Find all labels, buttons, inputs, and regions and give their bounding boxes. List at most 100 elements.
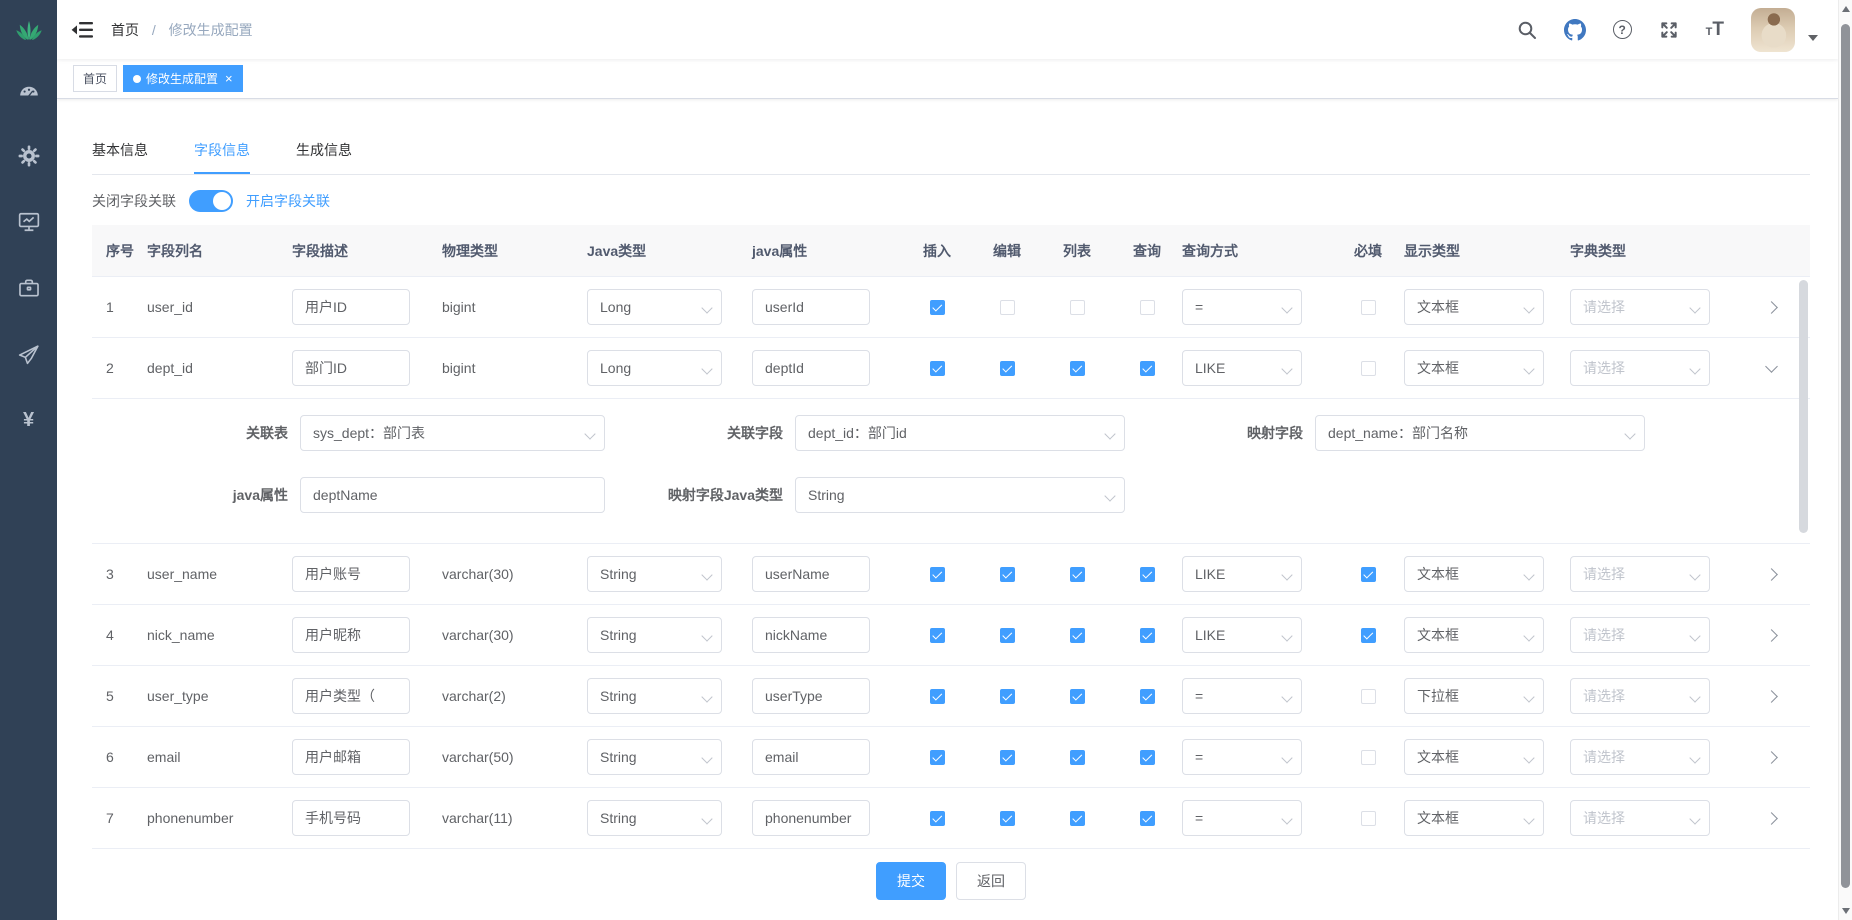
query-checkbox[interactable] — [1140, 361, 1155, 376]
scroll-up-arrow-icon[interactable] — [1842, 6, 1850, 12]
edit-checkbox[interactable] — [1000, 750, 1015, 765]
display-type-select[interactable]: 文本框 — [1404, 617, 1544, 653]
java-field-input[interactable] — [752, 289, 870, 325]
insert-checkbox[interactable] — [930, 567, 945, 582]
dict-type-select[interactable]: 请选择 — [1570, 678, 1710, 714]
description-input[interactable] — [292, 678, 410, 714]
java-field-input[interactable] — [752, 800, 870, 836]
description-input[interactable] — [292, 350, 410, 386]
insert-checkbox[interactable] — [930, 689, 945, 704]
dict-type-select[interactable]: 请选择 — [1570, 289, 1710, 325]
display-type-select[interactable]: 下拉框 — [1404, 678, 1544, 714]
list-checkbox[interactable] — [1070, 628, 1085, 643]
query-checkbox[interactable] — [1140, 750, 1155, 765]
table-scrollbar-thumb[interactable] — [1799, 280, 1808, 533]
list-checkbox[interactable] — [1070, 811, 1085, 826]
insert-checkbox[interactable] — [930, 300, 945, 315]
avatar[interactable] — [1751, 8, 1795, 52]
expand-row-icon[interactable] — [1765, 690, 1778, 703]
query-method-select[interactable]: LIKE — [1182, 556, 1302, 592]
tab-gen-info[interactable]: 生成信息 — [296, 129, 352, 174]
query-checkbox[interactable] — [1140, 689, 1155, 704]
java-field-input[interactable] — [752, 556, 870, 592]
mapping-field-select[interactable]: dept_name：部门名称 — [1315, 415, 1645, 451]
insert-checkbox[interactable] — [930, 361, 945, 376]
font-size-icon[interactable]: TT — [1706, 20, 1724, 39]
required-checkbox[interactable] — [1361, 567, 1376, 582]
insert-checkbox[interactable] — [930, 628, 945, 643]
expand-row-icon[interactable] — [1765, 629, 1778, 642]
description-input[interactable] — [292, 739, 410, 775]
list-checkbox[interactable] — [1070, 361, 1085, 376]
java-field-input[interactable] — [752, 617, 870, 653]
java-type-select[interactable]: String — [587, 678, 722, 714]
java-type-select[interactable]: Long — [587, 350, 722, 386]
search-icon[interactable] — [1517, 20, 1537, 40]
query-method-select[interactable]: = — [1182, 739, 1302, 775]
required-checkbox[interactable] — [1361, 628, 1376, 643]
edit-checkbox[interactable] — [1000, 567, 1015, 582]
required-checkbox[interactable] — [1361, 300, 1376, 315]
edit-checkbox[interactable] — [1000, 361, 1015, 376]
query-checkbox[interactable] — [1140, 300, 1155, 315]
edit-checkbox[interactable] — [1000, 811, 1015, 826]
dict-type-select[interactable]: 请选择 — [1570, 556, 1710, 592]
query-method-select[interactable]: = — [1182, 678, 1302, 714]
query-method-select[interactable]: = — [1182, 800, 1302, 836]
submit-button[interactable]: 提交 — [876, 862, 946, 900]
sidebar-fold-icon[interactable] — [71, 21, 93, 39]
sidebar-item-guide[interactable] — [0, 321, 57, 387]
list-checkbox[interactable] — [1070, 689, 1085, 704]
sidebar-item-system[interactable] — [0, 123, 57, 189]
sidebar-item-monitor[interactable] — [0, 189, 57, 255]
display-type-select[interactable]: 文本框 — [1404, 800, 1544, 836]
dict-type-select[interactable]: 请选择 — [1570, 617, 1710, 653]
java-field-input[interactable] — [752, 350, 870, 386]
required-checkbox[interactable] — [1361, 750, 1376, 765]
sidebar-item-tool[interactable] — [0, 255, 57, 321]
insert-checkbox[interactable] — [930, 750, 945, 765]
description-input[interactable] — [292, 800, 410, 836]
query-method-select[interactable]: = — [1182, 289, 1302, 325]
java-attr-input[interactable] — [300, 477, 605, 513]
list-checkbox[interactable] — [1070, 750, 1085, 765]
field-relation-switch[interactable] — [189, 190, 233, 212]
insert-checkbox[interactable] — [930, 811, 945, 826]
edit-checkbox[interactable] — [1000, 628, 1015, 643]
mapping-java-type-select[interactable]: String — [795, 477, 1125, 513]
back-button[interactable]: 返回 — [956, 862, 1026, 900]
list-checkbox[interactable] — [1070, 567, 1085, 582]
tag-home[interactable]: 首页 — [73, 65, 117, 92]
dict-type-select[interactable]: 请选择 — [1570, 800, 1710, 836]
page-scrollbar-thumb[interactable] — [1841, 24, 1850, 888]
tag-active-page[interactable]: 修改生成配置 × — [123, 65, 243, 92]
java-type-select[interactable]: String — [587, 617, 722, 653]
query-checkbox[interactable] — [1140, 628, 1155, 643]
java-type-select[interactable]: String — [587, 800, 722, 836]
expand-row-icon[interactable] — [1765, 568, 1778, 581]
page-scrollbar[interactable] — [1838, 0, 1852, 920]
query-method-select[interactable]: LIKE — [1182, 350, 1302, 386]
query-checkbox[interactable] — [1140, 811, 1155, 826]
description-input[interactable] — [292, 556, 410, 592]
user-menu[interactable] — [1751, 8, 1818, 52]
java-field-input[interactable] — [752, 739, 870, 775]
tab-field-info[interactable]: 字段信息 — [194, 129, 250, 174]
scroll-down-arrow-icon[interactable] — [1842, 908, 1850, 914]
display-type-select[interactable]: 文本框 — [1404, 556, 1544, 592]
relation-field-select[interactable]: dept_id：部门id — [795, 415, 1125, 451]
description-input[interactable] — [292, 289, 410, 325]
expand-row-icon[interactable] — [1765, 301, 1778, 314]
required-checkbox[interactable] — [1361, 361, 1376, 376]
expand-row-icon[interactable] — [1765, 812, 1778, 825]
java-type-select[interactable]: Long — [587, 289, 722, 325]
sidebar-item-money[interactable]: ¥ — [0, 387, 57, 453]
tab-basic-info[interactable]: 基本信息 — [92, 129, 148, 174]
edit-checkbox[interactable] — [1000, 300, 1015, 315]
help-icon[interactable]: ? — [1613, 20, 1632, 39]
display-type-select[interactable]: 文本框 — [1404, 350, 1544, 386]
close-tag-icon[interactable]: × — [225, 72, 233, 85]
github-icon[interactable] — [1564, 19, 1586, 41]
sidebar-item-dashboard[interactable] — [0, 57, 57, 123]
edit-checkbox[interactable] — [1000, 689, 1015, 704]
